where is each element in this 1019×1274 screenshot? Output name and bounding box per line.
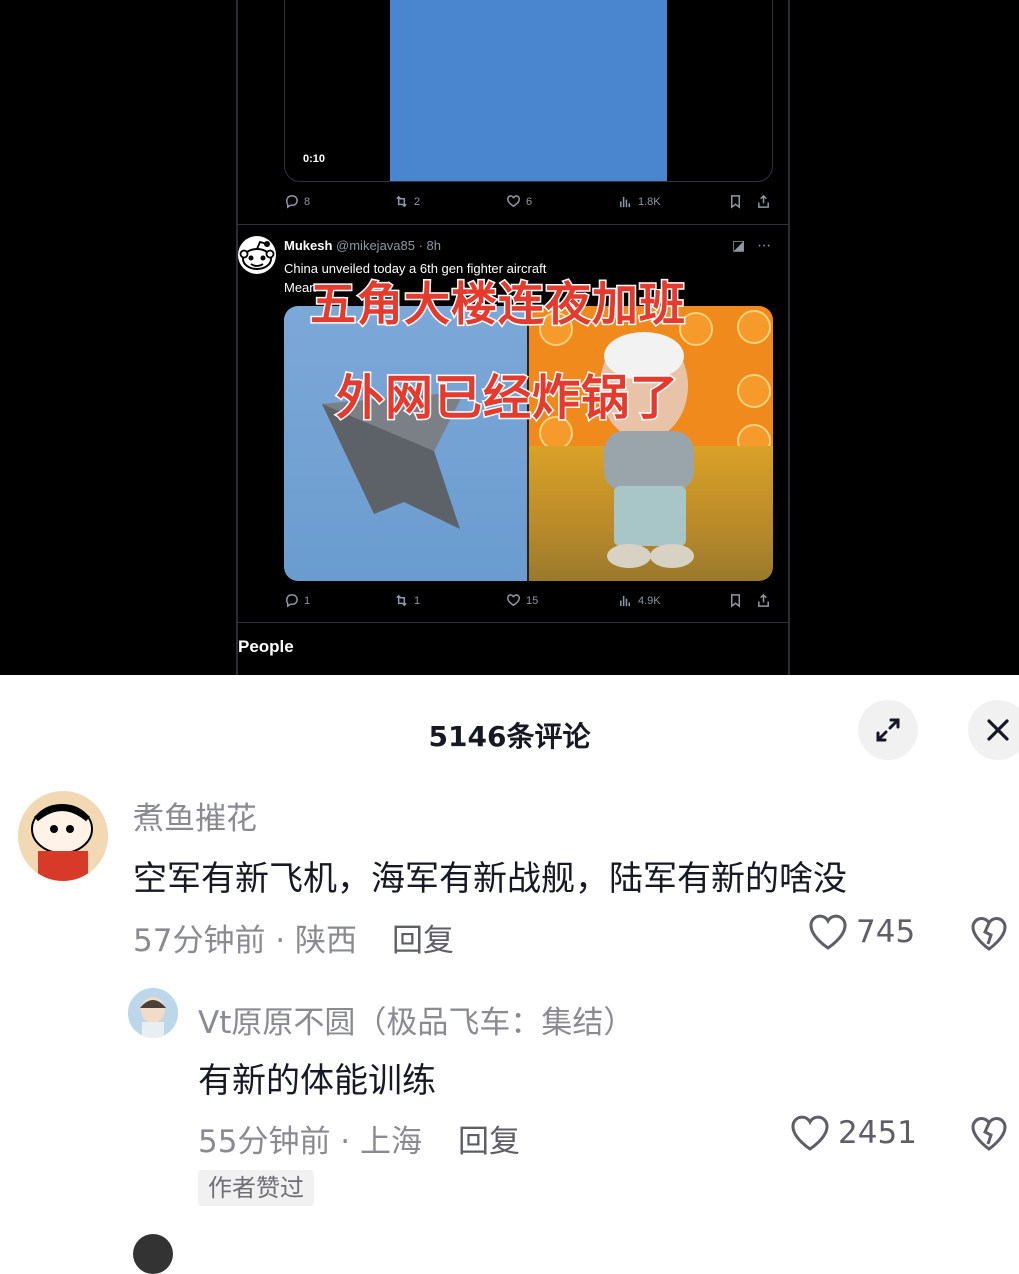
comment-like-count: 2451 (838, 1115, 917, 1151)
video-thumbnail (390, 0, 667, 181)
share-icon (758, 194, 769, 208)
comment-username[interactable]: 煮鱼摧花 (133, 793, 257, 838)
reply-action[interactable]: 1 (284, 593, 310, 608)
repost-icon (396, 195, 407, 208)
tweet-author[interactable]: Mukesh (284, 238, 332, 253)
grok-icon[interactable]: ◪ (732, 238, 745, 254)
like-action[interactable]: 15 (506, 593, 538, 608)
bookmark-action[interactable] (728, 194, 743, 209)
reply-icon (285, 195, 298, 209)
reddit-alien-icon (239, 240, 275, 270)
bookmark-icon (731, 594, 740, 608)
reply-button[interactable]: 回复 (392, 915, 454, 960)
like-action[interactable]: 6 (506, 194, 532, 209)
video-duration: 0:10 (303, 153, 326, 165)
heart-icon (507, 594, 520, 607)
heart-icon (809, 914, 847, 950)
close-icon (987, 719, 1009, 741)
reply-count: 8 (304, 195, 311, 208)
dislike-button[interactable] (970, 1115, 1008, 1153)
comments-panel: 5146条评论 煮鱼摧花 空军有新飞机，海军有新战舰，陆军有新的啥没 57分钟前… (0, 675, 1019, 1274)
comment-like-button[interactable]: 745 (808, 913, 915, 951)
like-count: 15 (526, 594, 539, 607)
more-icon[interactable]: ⋯ (757, 238, 771, 254)
heart-icon (507, 195, 520, 208)
tweet-actions-top: 8 2 6 1.8K (284, 194, 774, 214)
tweet-actions-bottom: 1 1 15 4.9K (284, 593, 774, 613)
anime-avatar (128, 988, 178, 1038)
tweet-divider (236, 622, 788, 623)
reply-count: 1 (304, 594, 311, 607)
views-action[interactable]: 4.9K (618, 593, 661, 608)
lotus-icon (737, 310, 771, 344)
dislike-button[interactable] (970, 915, 1008, 953)
repost-action[interactable]: 2 (394, 194, 420, 209)
comment-meta: 55分钟前 · 上海 (198, 1124, 423, 1160)
broken-heart-icon (971, 917, 1007, 951)
video-card[interactable]: 0:10 (284, 0, 773, 182)
tweet-header-icons: ◪ ⋯ (732, 238, 771, 254)
close-button[interactable] (968, 700, 1019, 760)
corner-icon: ⌃ (998, 0, 1010, 10)
expand-icon (876, 718, 900, 742)
repost-count: 1 (414, 594, 421, 607)
avatar[interactable] (128, 988, 178, 1038)
reply-icon (285, 594, 298, 608)
tweet-avatar[interactable] (238, 236, 276, 274)
tweet-handle: @mikejava85 · 8h (336, 238, 441, 253)
repost-icon (396, 594, 407, 607)
aircraft-shape (322, 392, 464, 529)
reply-button[interactable]: 回复 (458, 1116, 520, 1161)
repost-count: 2 (414, 195, 421, 208)
author-liked-badge: 作者赞过 (198, 1170, 314, 1206)
expand-button[interactable] (858, 700, 918, 760)
share-action[interactable] (756, 593, 771, 608)
tweet-media[interactable] (284, 306, 773, 581)
views-count: 1.8K (638, 195, 661, 208)
tweet-divider (236, 224, 788, 225)
comment-username[interactable]: Vt原原不圆（极品飞车：集结） (198, 997, 634, 1042)
bookmark-action[interactable] (728, 593, 743, 608)
comment-like-count: 745 (856, 914, 916, 950)
video-player[interactable]: ⌃ 0:10 8 2 6 1.8K Mukesh @mikejava85 · 8… (0, 0, 1019, 675)
like-count: 6 (526, 195, 533, 208)
overlay-caption-1: 五角大楼连夜加班 (309, 276, 687, 333)
views-count: 4.9K (638, 594, 661, 607)
comment-meta: 57分钟前 · 陕西 (133, 923, 358, 959)
aircraft-image (284, 306, 527, 581)
reply-action[interactable]: 8 (284, 194, 310, 209)
avatar[interactable] (133, 1234, 173, 1274)
views-icon (620, 595, 630, 607)
tweet-header: Mukesh @mikejava85 · 8h (284, 238, 441, 253)
views-action[interactable]: 1.8K (618, 194, 661, 209)
comment-text: 空军有新飞机，海军有新战舰，陆军有新的啥没 (133, 859, 847, 899)
timeline-border-left (236, 0, 238, 675)
avatar[interactable] (18, 791, 108, 881)
cartoon-avatar (18, 791, 108, 881)
timeline-border-right (788, 0, 790, 675)
views-icon (620, 196, 630, 208)
share-icon (758, 593, 769, 607)
lotus-icon (737, 374, 771, 408)
broken-heart-icon (971, 1117, 1007, 1151)
comment-text: 有新的体能训练 (198, 1061, 436, 1101)
comment-like-button[interactable]: 2451 (790, 1114, 917, 1152)
people-section-label: People (238, 637, 294, 656)
overlay-caption-2: 外网已经炸锅了 (334, 369, 680, 428)
bookmark-icon (731, 195, 740, 209)
repost-action[interactable]: 1 (394, 593, 420, 608)
heart-icon (791, 1115, 829, 1151)
share-action[interactable] (756, 194, 771, 209)
